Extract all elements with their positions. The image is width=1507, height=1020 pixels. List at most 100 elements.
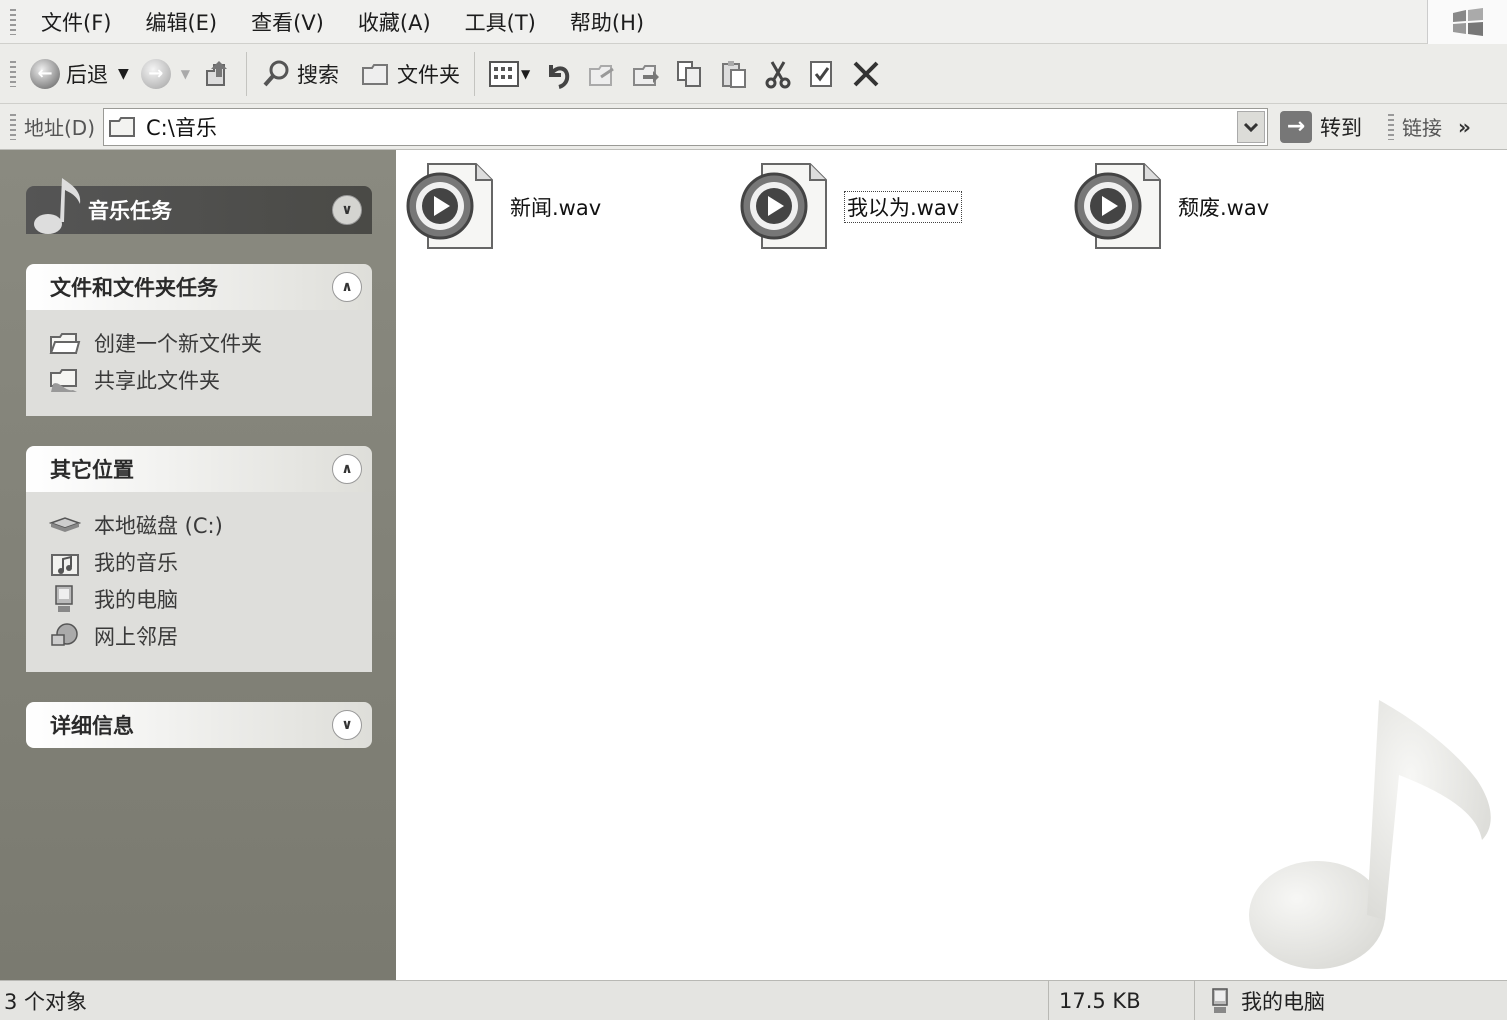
task-new-folder[interactable]: 创建一个新文件夹 bbox=[48, 324, 372, 361]
links-grip bbox=[1388, 113, 1395, 140]
properties-icon bbox=[810, 60, 833, 87]
place-label: 本地磁盘 (C:) bbox=[94, 513, 223, 538]
expand-chevron-icon[interactable]: ∨ bbox=[332, 710, 362, 740]
task-pane: 音乐任务 ∨ 文件和文件夹任务 ∧ 创建一个新文件夹 共享此文件夹 其它位置 ∧ bbox=[0, 150, 396, 980]
my-computer-icon bbox=[1212, 987, 1228, 1013]
music-note-watermark-icon bbox=[1249, 700, 1491, 969]
details-title: 详细信息 bbox=[50, 714, 134, 738]
expand-chevron-icon[interactable]: ∨ bbox=[332, 195, 362, 225]
collapse-chevron-icon[interactable]: ∧ bbox=[332, 454, 362, 484]
status-location: 我的电脑 bbox=[1241, 989, 1325, 1014]
folders-label: 文件夹 bbox=[397, 62, 461, 87]
links-button[interactable]: 链接 » bbox=[1388, 112, 1471, 141]
go-button[interactable]: → 转到 bbox=[1280, 110, 1363, 143]
file-tasks-header[interactable]: 文件和文件夹任务 ∧ bbox=[26, 264, 372, 310]
music-note-icon bbox=[34, 178, 81, 234]
file-item[interactable]: 新闻.wav bbox=[406, 160, 601, 254]
details-panel: 详细信息 ∨ bbox=[26, 702, 372, 748]
music-tasks-title: 音乐任务 bbox=[88, 199, 172, 223]
copy-to-button[interactable] bbox=[631, 59, 661, 89]
collapse-chevron-icon[interactable]: ∧ bbox=[332, 272, 362, 302]
back-button[interactable]: ← 后退 ▼ bbox=[24, 52, 135, 96]
task-label: 共享此文件夹 bbox=[94, 368, 220, 393]
other-places-title: 其它位置 bbox=[50, 458, 134, 482]
place-network[interactable]: 网上邻居 bbox=[48, 617, 372, 654]
paste-button[interactable] bbox=[719, 59, 749, 89]
music-tasks-header[interactable]: 音乐任务 ∨ bbox=[26, 178, 372, 234]
status-size: 17.5 KB bbox=[1048, 980, 1194, 1020]
my-computer-icon bbox=[48, 584, 82, 614]
menu-edit[interactable]: 编辑(E) bbox=[128, 7, 234, 37]
search-label: 搜索 bbox=[297, 62, 340, 87]
menu-view[interactable]: 查看(V) bbox=[234, 7, 341, 37]
address-label: 地址(D) bbox=[24, 116, 96, 140]
menu-file[interactable]: 文件(F) bbox=[24, 7, 128, 37]
my-music-folder-icon bbox=[48, 547, 82, 577]
search-icon bbox=[263, 60, 289, 86]
up-folder-icon bbox=[206, 60, 228, 86]
forward-dropdown-icon[interactable]: ▼ bbox=[181, 67, 190, 81]
file-list-view[interactable]: 新闻.wav 我以为.wav 颓废.wav bbox=[396, 150, 1507, 980]
copy-to-icon bbox=[633, 64, 660, 86]
menu-grip[interactable] bbox=[10, 8, 16, 35]
place-label: 我的音乐 bbox=[94, 550, 178, 575]
status-size-text: 17.5 KB bbox=[1059, 988, 1141, 1013]
media-file-icon bbox=[740, 160, 832, 254]
windows-logo-icon bbox=[1427, 0, 1507, 44]
file-name: 新闻.wav bbox=[510, 196, 602, 220]
share-folder-icon bbox=[48, 365, 82, 395]
menu-tools[interactable]: 工具(T) bbox=[448, 7, 553, 37]
file-name: 颓废.wav bbox=[1178, 196, 1270, 220]
menu-help[interactable]: 帮助(H) bbox=[553, 7, 661, 37]
delete-button[interactable] bbox=[851, 59, 881, 89]
network-places-icon bbox=[48, 621, 82, 651]
menu-bar: 文件(F) 编辑(E) 查看(V) 收藏(A) 工具(T) 帮助(H) bbox=[0, 0, 1507, 44]
move-to-button[interactable] bbox=[587, 59, 617, 89]
folders-button[interactable]: 文件夹 bbox=[355, 52, 466, 96]
address-dropdown-button[interactable] bbox=[1237, 110, 1266, 143]
other-places-panel: 其它位置 ∧ 本地磁盘 (C:) 我的音乐 我的电脑 网上邻居 bbox=[26, 446, 372, 672]
task-share-folder[interactable]: 共享此文件夹 bbox=[48, 361, 372, 398]
place-label: 网上邻居 bbox=[94, 624, 178, 649]
other-places-header[interactable]: 其它位置 ∧ bbox=[26, 446, 372, 492]
views-dropdown-icon: ▼ bbox=[521, 66, 531, 81]
file-item[interactable]: 颓废.wav bbox=[1074, 160, 1269, 254]
scissors-icon bbox=[765, 60, 791, 88]
menu-favorites[interactable]: 收藏(A) bbox=[341, 7, 448, 37]
links-label: 链接 bbox=[1402, 116, 1443, 140]
back-dropdown-icon[interactable]: ▼ bbox=[118, 66, 129, 82]
toolbar-grip[interactable] bbox=[10, 60, 16, 87]
new-folder-icon bbox=[48, 328, 82, 358]
chevron-right-double-icon[interactable]: » bbox=[1458, 115, 1471, 139]
go-label: 转到 bbox=[1320, 115, 1363, 140]
up-folder-button[interactable] bbox=[196, 52, 238, 96]
file-tasks-body: 创建一个新文件夹 共享此文件夹 bbox=[26, 310, 372, 416]
address-grip[interactable] bbox=[10, 113, 16, 140]
folder-icon bbox=[109, 116, 136, 137]
chevron-down-icon bbox=[1243, 122, 1259, 132]
place-local-disk[interactable]: 本地磁盘 (C:) bbox=[48, 506, 372, 543]
details-header[interactable]: 详细信息 ∨ bbox=[26, 702, 372, 748]
toolbar-separator bbox=[246, 51, 248, 96]
cut-button[interactable] bbox=[763, 59, 793, 89]
search-button[interactable]: 搜索 bbox=[255, 52, 345, 96]
file-tasks-title: 文件和文件夹任务 bbox=[50, 276, 218, 300]
go-arrow-icon: → bbox=[1280, 110, 1313, 143]
undo-button[interactable] bbox=[543, 59, 573, 89]
back-arrow-icon: ← bbox=[30, 58, 60, 89]
forward-button[interactable]: → ▼ bbox=[135, 52, 196, 96]
place-my-computer[interactable]: 我的电脑 bbox=[48, 580, 372, 617]
copy-button[interactable] bbox=[675, 59, 705, 89]
place-my-music[interactable]: 我的音乐 bbox=[48, 543, 372, 580]
status-object-count: 3 个对象 bbox=[4, 989, 88, 1014]
properties-button[interactable] bbox=[807, 59, 837, 89]
address-path: C:\音乐 bbox=[146, 115, 217, 140]
folder-icon bbox=[362, 63, 389, 85]
address-input[interactable]: C:\音乐 bbox=[103, 107, 1269, 146]
move-to-icon bbox=[589, 64, 615, 86]
views-button[interactable]: ▼ bbox=[483, 52, 536, 96]
back-label: 后退 bbox=[66, 62, 108, 87]
file-tasks-panel: 文件和文件夹任务 ∧ 创建一个新文件夹 共享此文件夹 bbox=[26, 264, 372, 416]
address-bar: 地址(D) C:\音乐 → 转到 链接 » bbox=[0, 104, 1507, 150]
file-item[interactable]: 我以为.wav bbox=[740, 160, 963, 254]
